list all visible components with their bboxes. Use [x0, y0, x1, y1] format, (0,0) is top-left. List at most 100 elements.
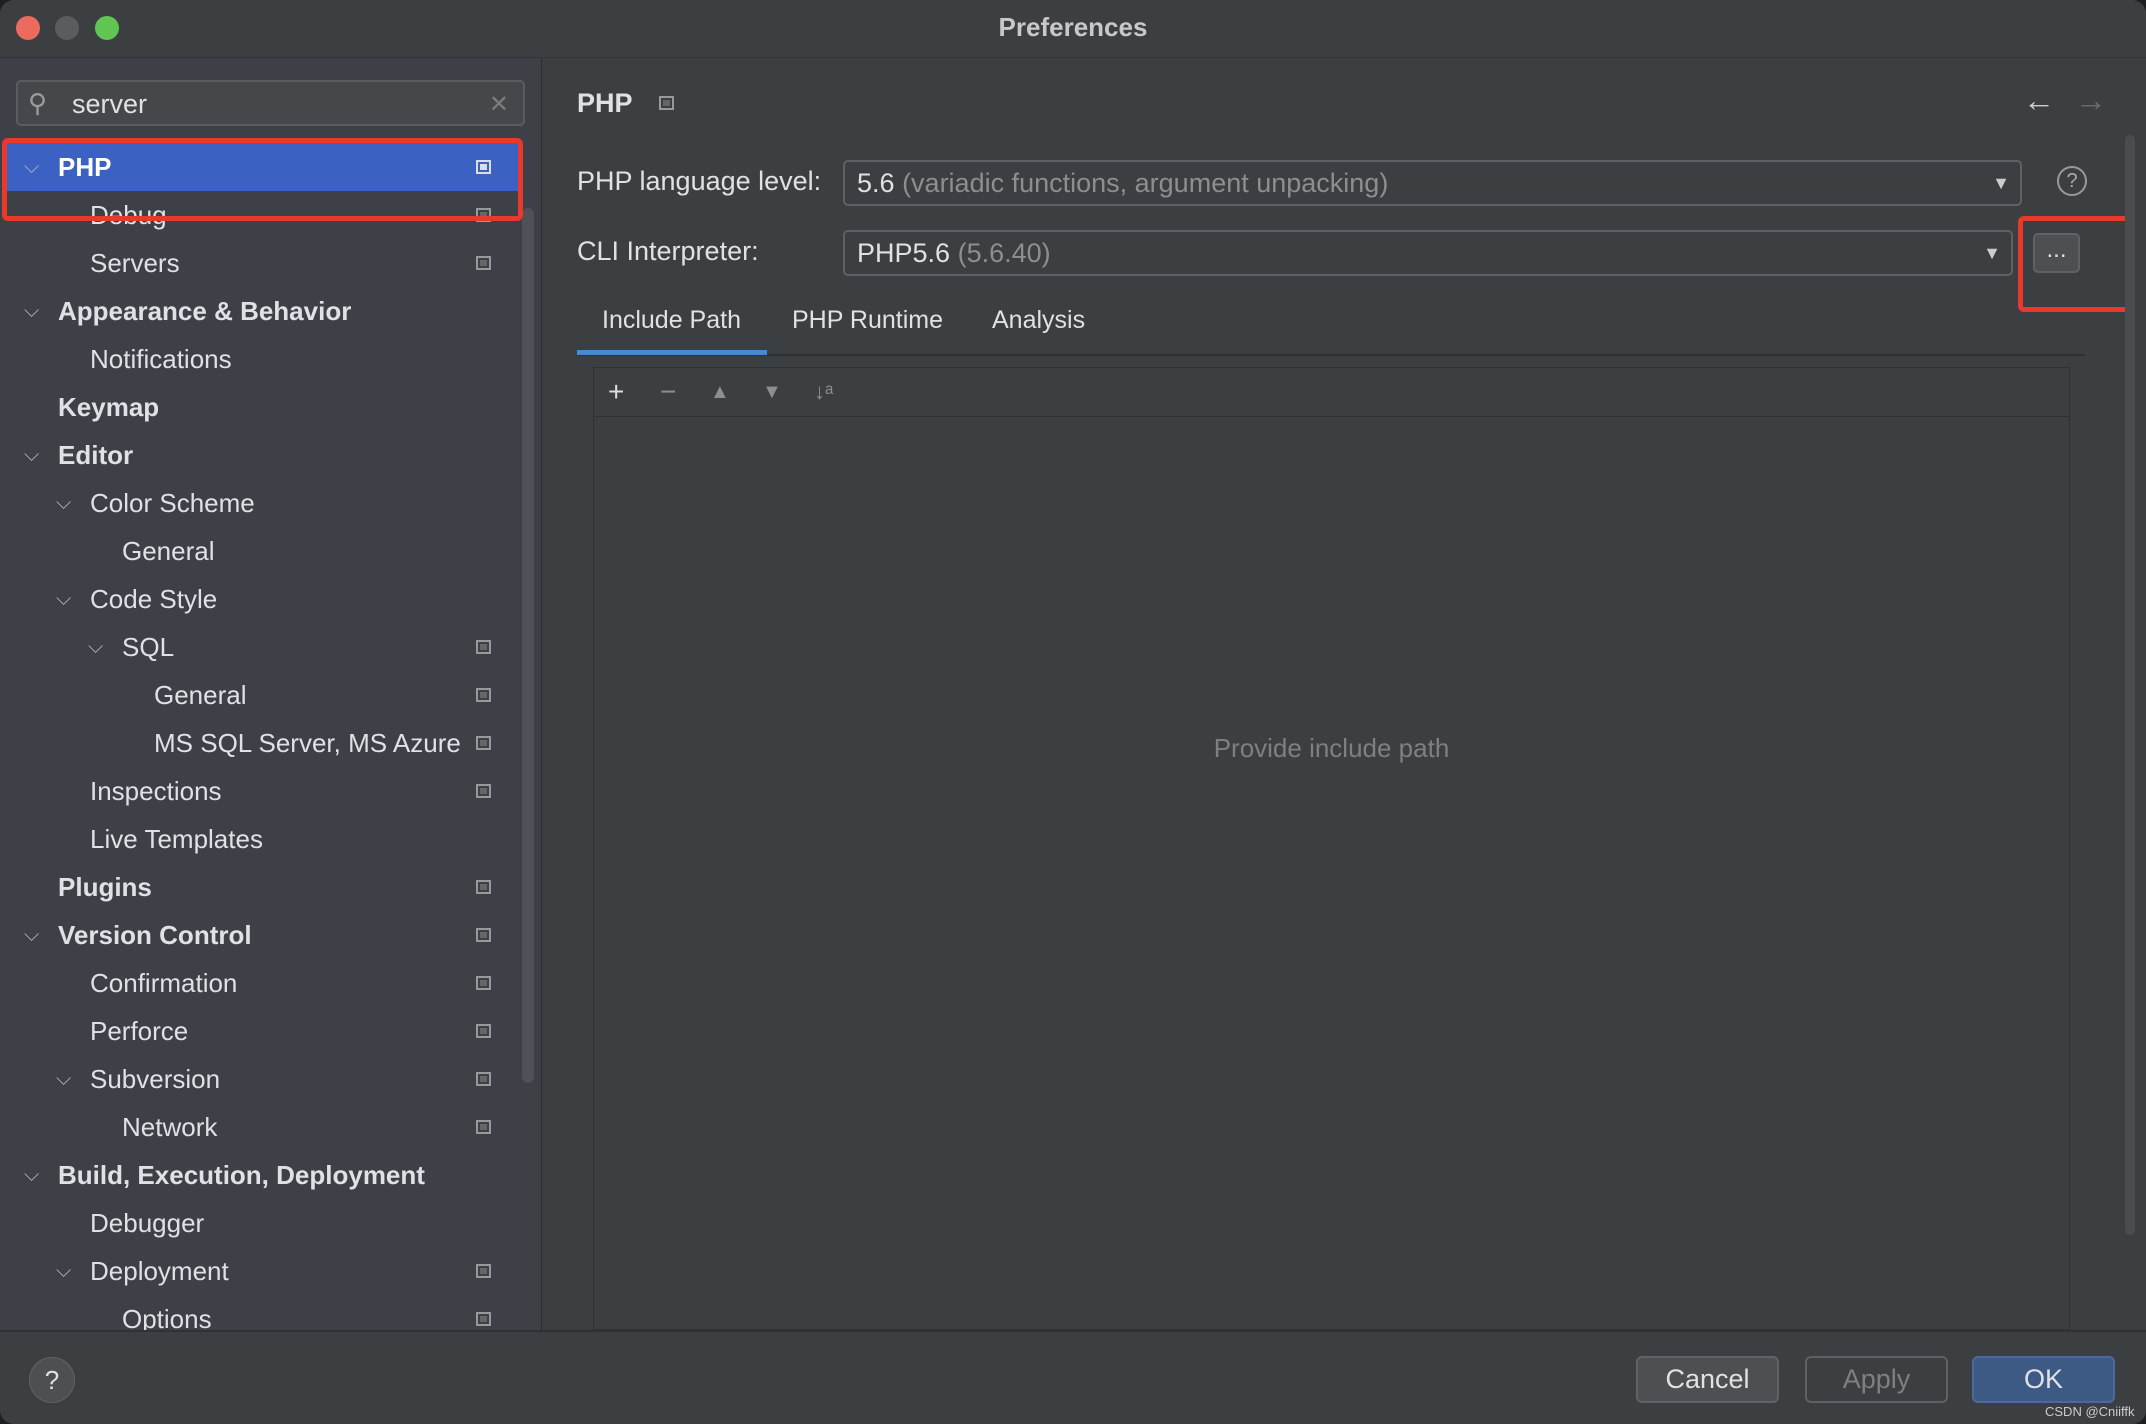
tree-item[interactable]: Debugger	[2, 1199, 520, 1247]
search-value: server	[72, 89, 148, 119]
watermark: CSDN @Cniiffk	[2045, 1404, 2135, 1419]
window-title: Preferences	[998, 12, 1148, 42]
highlight-box-php	[2, 138, 523, 221]
tree-item-label: General	[154, 680, 247, 710]
tree-item[interactable]: Keymap	[2, 383, 520, 431]
tree-item-label: SQL	[122, 632, 175, 662]
tree-item[interactable]: Servers	[2, 239, 520, 287]
tree-item-label: Appearance & Behavior	[58, 296, 352, 326]
tree-item[interactable]: Confirmation	[2, 959, 520, 1007]
tree-item-label: General	[122, 536, 215, 566]
cli-value: PHP5.6	[857, 238, 951, 268]
tree-item[interactable]: ⌵ Deployment	[2, 1247, 520, 1295]
chevron-down-icon: ▼	[1992, 173, 2010, 193]
tree-item-label: Perforce	[90, 1016, 189, 1046]
move-up-icon[interactable]: ▲	[710, 368, 730, 416]
cli-hint: (5.6.40)	[957, 238, 1051, 268]
cancel-button[interactable]: Cancel	[1636, 1356, 1779, 1403]
language-level-label: PHP language level:	[577, 166, 822, 196]
tree-item[interactable]: Inspections	[2, 767, 520, 815]
chevron-down-icon[interactable]: ⌵	[56, 575, 71, 623]
project-config-icon	[476, 688, 491, 702]
tree-item-label: Subversion	[90, 1064, 221, 1094]
chevron-down-icon[interactable]: ⌵	[24, 1151, 39, 1199]
project-config-icon	[476, 1264, 491, 1278]
chevron-down-icon[interactable]: ⌵	[56, 1247, 71, 1295]
apply-button[interactable]: Apply	[1805, 1356, 1948, 1403]
chevron-down-icon: ▼	[1983, 243, 2001, 263]
tree-item-label: Live Templates	[90, 824, 263, 854]
tree-item-label: Notifications	[90, 344, 232, 374]
cli-interpreter-select[interactable]: PHP5.6 (5.6.40) ▼	[843, 230, 2013, 276]
tree-item-label: Code Style	[90, 584, 218, 614]
tree-item-label: Build, Execution, Deployment	[58, 1160, 425, 1190]
chevron-down-icon[interactable]: ⌵	[24, 287, 39, 335]
chevron-down-icon[interactable]: ⌵	[56, 1055, 71, 1103]
chevron-down-icon[interactable]: ⌵	[56, 479, 71, 527]
tree-item-label: Servers	[90, 248, 180, 278]
sidebar-scrollbar[interactable]	[522, 208, 534, 1083]
language-level-select[interactable]: 5.6 (variadic functions, argument unpack…	[843, 160, 2022, 206]
tree-item[interactable]: ⌵ Editor	[2, 431, 520, 479]
tab-analysis[interactable]: Analysis	[992, 306, 1085, 335]
chevron-down-icon[interactable]: ⌵	[88, 623, 103, 671]
tree-item-label: Network	[122, 1112, 218, 1142]
tree-item[interactable]: ⌵ SQL	[2, 623, 520, 671]
ok-button[interactable]: OK	[1972, 1356, 2115, 1403]
tree-item[interactable]: Live Templates	[2, 815, 520, 863]
tree-item-label: Color Scheme	[90, 488, 255, 518]
cli-interpreter-label: CLI Interpreter:	[577, 236, 759, 266]
tree-item-label: Editor	[58, 440, 134, 470]
tab-include-path[interactable]: Include Path	[602, 306, 741, 335]
tree-item[interactable]: ⌵ Version Control	[2, 911, 520, 959]
tree-item[interactable]: ⌵ Color Scheme	[2, 479, 520, 527]
project-config-icon	[476, 1024, 491, 1038]
project-config-icon	[476, 256, 491, 270]
tree-item[interactable]: General	[2, 527, 520, 575]
tree-item[interactable]: Notifications	[2, 335, 520, 383]
language-level-value: 5.6	[857, 168, 895, 198]
help-button[interactable]: ?	[29, 1357, 75, 1403]
clear-search-icon[interactable]: ✕	[489, 90, 509, 119]
tree-item[interactable]: ⌵ Appearance & Behavior	[2, 287, 520, 335]
title-bar: Preferences	[0, 0, 2146, 58]
tree-item[interactable]: Network	[2, 1103, 520, 1151]
search-input[interactable]: ⚲ server ✕	[16, 80, 525, 126]
project-config-icon	[476, 784, 491, 798]
tree-item-label: Version Control	[58, 920, 252, 950]
project-config-icon	[476, 1312, 491, 1326]
tree-item-label: Confirmation	[90, 968, 238, 998]
tab-divider	[577, 354, 2085, 356]
chevron-down-icon[interactable]: ⌵	[24, 911, 39, 959]
tree-item[interactable]: General	[2, 671, 520, 719]
tree-item-label: Keymap	[58, 392, 160, 422]
chevron-down-icon[interactable]: ⌵	[24, 431, 39, 479]
project-config-icon	[659, 96, 674, 110]
main-scrollbar[interactable]	[2125, 135, 2135, 1235]
search-icon: ⚲	[28, 88, 48, 118]
project-config-icon	[476, 736, 491, 750]
page-title: PHP	[577, 88, 633, 118]
tree-item[interactable]: MS SQL Server, MS Azure	[2, 719, 520, 767]
tree-item-label: MS SQL Server, MS Azure	[154, 728, 461, 758]
include-path-panel: + − ▲ ▼ ↓ᵃ Provide include path	[593, 367, 2070, 1330]
add-icon[interactable]: +	[608, 368, 624, 416]
tree-item-label: Debugger	[90, 1208, 205, 1238]
project-config-icon	[476, 1120, 491, 1134]
tree-item[interactable]: ⌵ Build, Execution, Deployment	[2, 1151, 520, 1199]
sort-icon[interactable]: ↓ᵃ	[814, 368, 833, 416]
forward-arrow-icon[interactable]: →	[2075, 82, 2107, 119]
project-config-icon	[476, 1072, 491, 1086]
tree-item[interactable]: Perforce	[2, 1007, 520, 1055]
back-arrow-icon[interactable]: ←	[2023, 82, 2055, 119]
tree-item[interactable]: Plugins	[2, 863, 520, 911]
remove-icon[interactable]: −	[660, 368, 676, 416]
project-config-icon	[476, 880, 491, 894]
tree-item[interactable]: ⌵ Code Style	[2, 575, 520, 623]
tree-item-label: Deployment	[90, 1256, 229, 1286]
tree-item[interactable]: ⌵ Subversion	[2, 1055, 520, 1103]
help-icon[interactable]: ?	[2057, 166, 2087, 196]
tab-php-runtime[interactable]: PHP Runtime	[792, 306, 943, 335]
move-down-icon[interactable]: ▼	[762, 368, 782, 416]
tree-item-label: Inspections	[90, 776, 222, 806]
